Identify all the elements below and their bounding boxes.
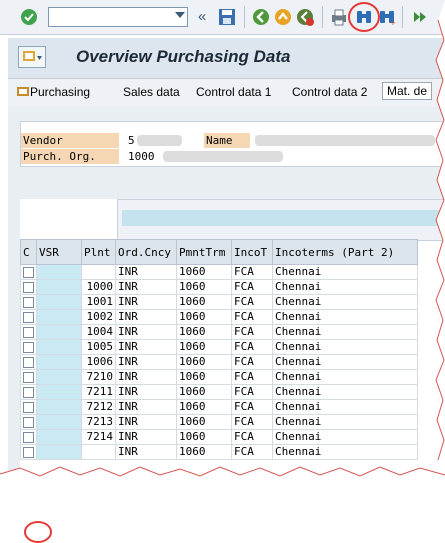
highlight-circle (24, 521, 52, 543)
torn-edge (0, 0, 445, 489)
